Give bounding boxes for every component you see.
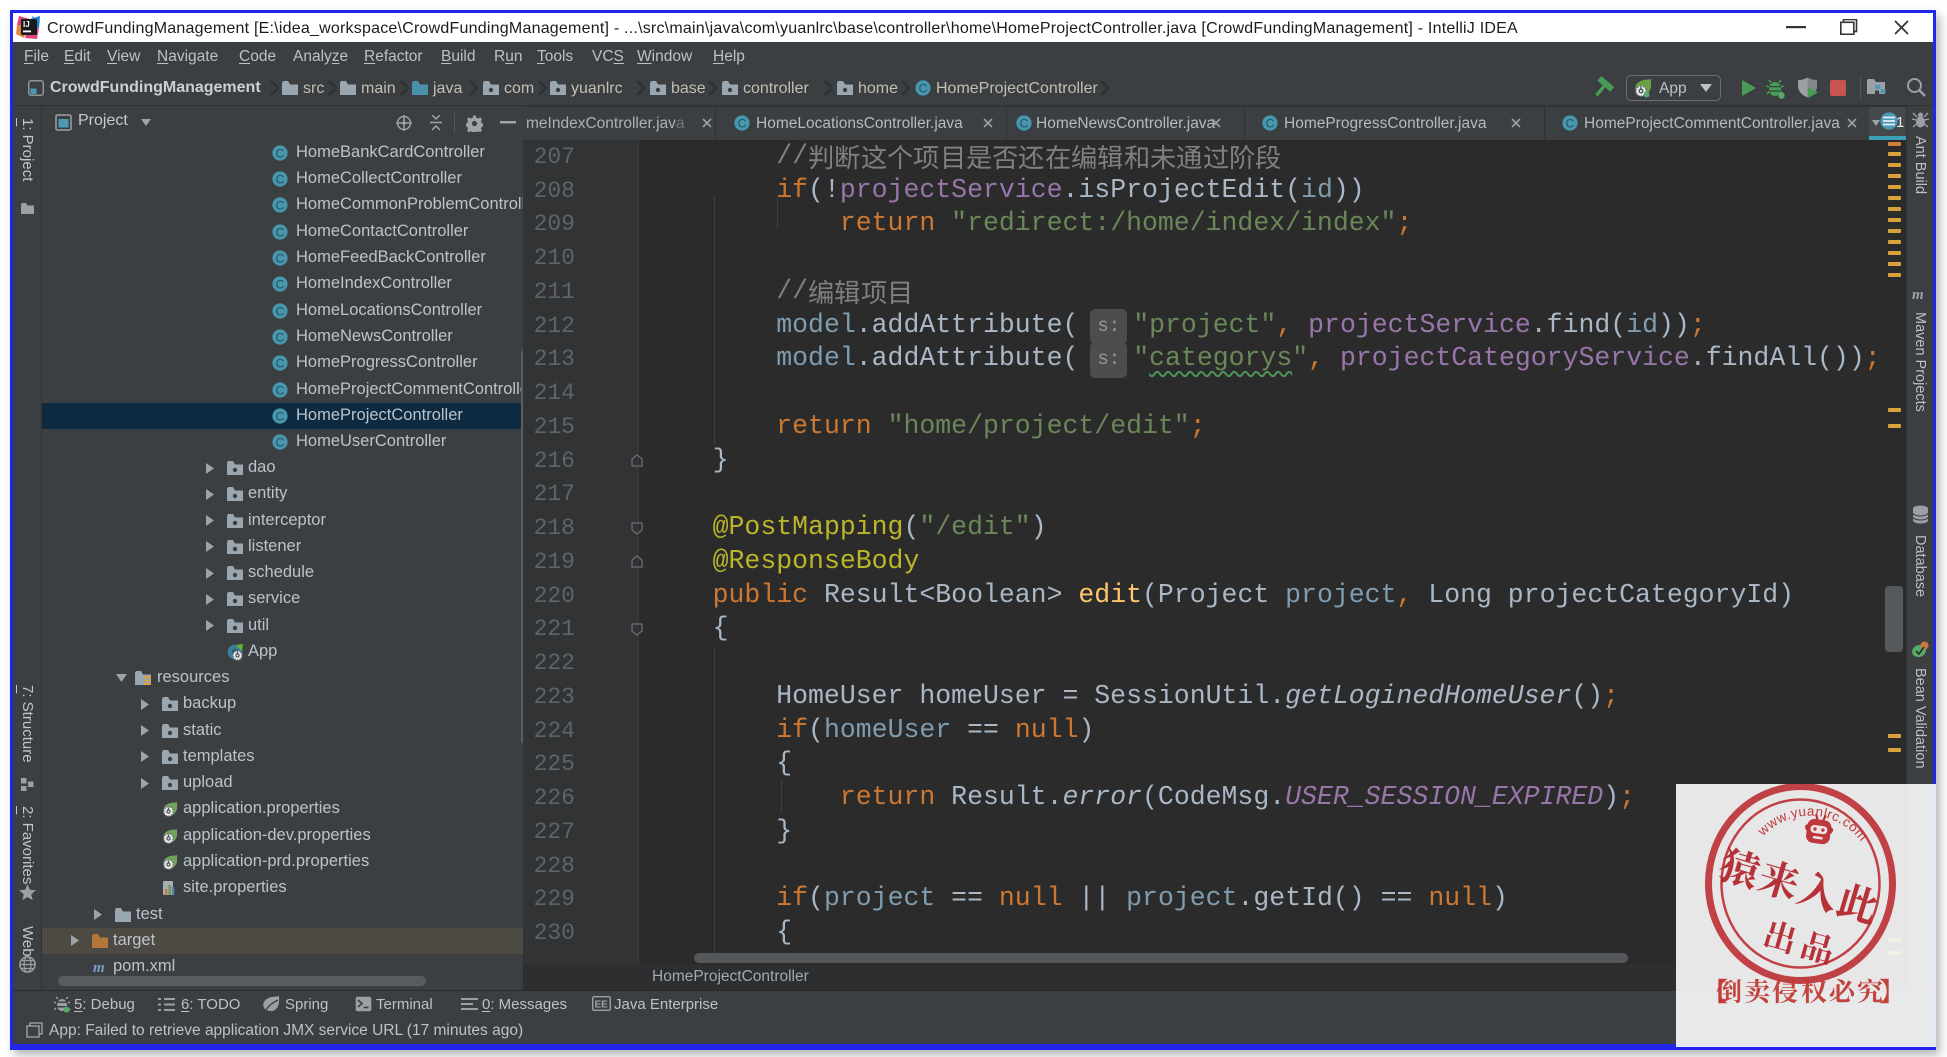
svg-text:C: C: [276, 304, 285, 318]
svg-text:C: C: [276, 278, 285, 292]
svg-text:C: C: [1566, 117, 1575, 131]
svg-text:C: C: [276, 383, 285, 397]
svg-text:C: C: [1020, 117, 1029, 131]
svg-text:C: C: [738, 117, 747, 131]
svg-text:C: C: [276, 199, 285, 213]
svg-text:C: C: [276, 146, 285, 160]
svg-text:C: C: [276, 330, 285, 344]
svg-text:C: C: [1266, 117, 1275, 131]
svg-text:C: C: [276, 409, 285, 423]
svg-text:C: C: [276, 225, 285, 239]
svg-text:m: m: [1912, 287, 1924, 302]
svg-text:C: C: [276, 357, 285, 371]
svg-text:EE: EE: [595, 1000, 609, 1011]
svg-text:C: C: [919, 82, 928, 96]
svg-text:IJ: IJ: [23, 20, 30, 29]
svg-text:C: C: [276, 436, 285, 450]
svg-text:C: C: [276, 172, 285, 186]
svg-text:m: m: [93, 960, 105, 975]
svg-text:C: C: [276, 251, 285, 265]
